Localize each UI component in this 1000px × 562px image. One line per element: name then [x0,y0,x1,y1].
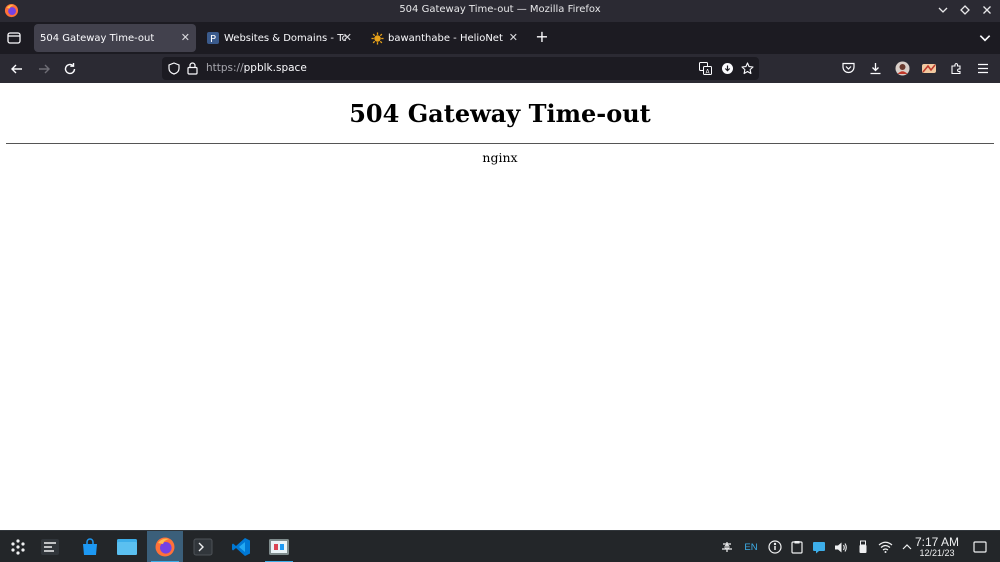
plesk-favicon-icon: P [206,31,220,45]
navigation-toolbar: https://ppblk.space A [0,54,1000,83]
new-tab-button[interactable]: + [534,29,550,46]
task-firefox[interactable] [147,531,183,562]
reload-button[interactable] [61,60,79,78]
tab-label: 504 Gateway Time-out [40,32,155,44]
web-page-content: 504 Gateway Time-out nginx [0,83,1000,530]
volume-icon[interactable] [833,539,849,555]
kde-taskbar: EN 7:17 AM 12/21/23 [0,530,1000,562]
minimize-icon[interactable] [936,3,950,17]
folder-icon [117,539,137,555]
task-manager-overview[interactable] [32,531,68,562]
tab-504-gateway[interactable]: 504 Gateway Time-out ✕ [34,24,196,52]
show-desktop-icon[interactable] [972,539,988,555]
tab-strip: 504 Gateway Time-out ✕ P Websites & Doma… [0,22,1000,54]
tab-close-icon[interactable]: ✕ [509,31,518,44]
bookmark-star-icon[interactable] [740,61,755,76]
firefox-view-icon[interactable] [6,30,22,46]
window-titlebar: 504 Gateway Time-out — Mozilla Firefox [0,0,1000,22]
tab-websites-domains[interactable]: P Websites & Domains - Tom ✕ [200,24,358,52]
lock-icon[interactable] [185,61,200,76]
spectacle-icon [269,539,289,555]
clock-date: 12/21/23 [919,548,955,558]
task-dolphin-files[interactable] [109,531,145,562]
divider [6,143,994,144]
url-host: ppblk.space [243,62,307,74]
sun-favicon-icon [370,31,384,45]
task-discover-store[interactable] [72,531,108,562]
keyboard-layout-indicator[interactable]: EN [741,539,761,555]
firefox-icon [155,537,175,557]
tab-close-icon[interactable]: ✕ [343,31,352,44]
accessibility-tray-icon[interactable] [767,539,783,555]
hamburger-menu-icon[interactable] [974,59,992,77]
tab-label: bawanthabe - HelioNet [388,32,503,44]
url-text[interactable]: https://ppblk.space [206,62,307,74]
url-scheme: https:// [206,62,244,74]
reader-download-icon[interactable] [720,61,735,76]
account-avatar-icon[interactable] [893,59,911,77]
server-signature: nginx [482,150,518,165]
extensions-puzzle-icon[interactable] [947,59,965,77]
notifications-tray-icon[interactable] [811,539,827,555]
usb-device-icon[interactable] [855,539,871,555]
page-heading: 504 Gateway Time-out [349,99,651,128]
arrow-left-icon [11,64,22,74]
pocket-icon[interactable] [839,59,857,77]
window-title: 504 Gateway Time-out — Mozilla Firefox [399,4,601,15]
forward-button[interactable] [35,60,53,78]
svg-text:P: P [210,34,216,44]
kde-launcher-icon [11,539,25,555]
task-konsole[interactable] [185,531,221,562]
arrow-right-icon [39,64,50,74]
extension-colorful-icon[interactable] [920,59,938,77]
wifi-icon[interactable] [877,539,893,555]
downloads-icon[interactable] [866,59,884,77]
application-launcher-button[interactable] [0,531,36,562]
clipboard-tray-icon[interactable] [789,539,805,555]
tab-close-icon[interactable]: ✕ [181,31,190,44]
shopping-bag-icon [83,538,97,555]
activities-icon [41,539,59,555]
close-icon[interactable] [980,3,994,17]
tracking-protection-shield-icon[interactable] [166,61,181,76]
list-all-tabs-icon[interactable] [978,31,992,45]
tab-label: Websites & Domains - Tom [224,32,346,44]
reload-icon [64,63,76,75]
vscode-icon [232,538,250,556]
clock-time: 7:17 AM [914,535,960,549]
terminal-icon [193,538,213,556]
back-button[interactable] [8,60,26,78]
task-screenshot-tool[interactable] [261,531,297,562]
url-bar[interactable]: https://ppblk.space A [162,57,759,80]
vpn-tray-icon[interactable] [719,539,735,555]
translate-icon[interactable]: A [698,61,713,76]
tab-helionet[interactable]: bawanthabe - HelioNet ✕ [364,24,524,52]
maximize-icon[interactable] [958,3,972,17]
digital-clock[interactable]: 7:17 AM 12/21/23 [909,536,965,559]
task-vscode[interactable] [223,531,259,562]
